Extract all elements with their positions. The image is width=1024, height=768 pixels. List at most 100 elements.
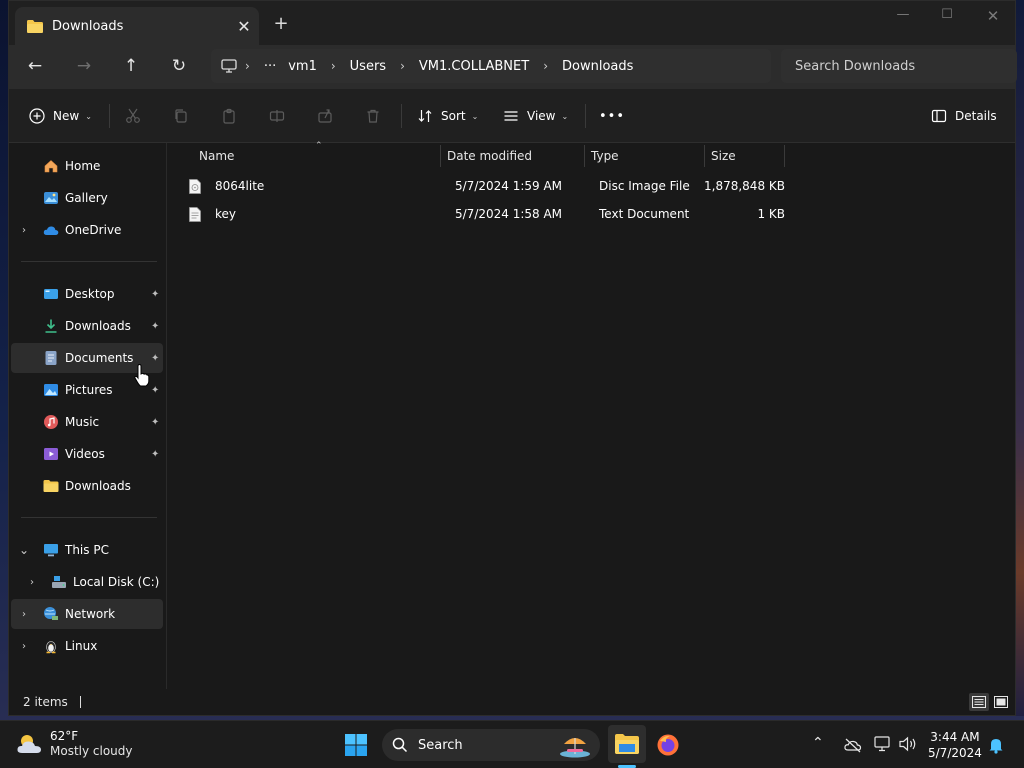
chevron-right-icon[interactable]: › (25, 577, 39, 588)
large-icons-view-button[interactable] (991, 693, 1011, 711)
view-button[interactable]: View ⌄ (503, 106, 568, 126)
sidebar-item-local-disk[interactable]: › Local Disk (C:) (11, 567, 163, 597)
beach-umbrella-icon (560, 738, 590, 758)
maximize-button[interactable]: ☐ (927, 7, 967, 27)
pin-icon[interactable]: ✦ (151, 449, 159, 460)
breadcrumb-downloads[interactable]: Downloads (556, 59, 639, 74)
navigation-bar: ← → ↑ ↻ › ··· vm1 › Users › VM1.COLLABNE… (9, 45, 1017, 89)
pin-icon[interactable]: ✦ (151, 321, 159, 332)
forward-button[interactable]: → (70, 55, 98, 77)
chevron-right-icon[interactable]: › (17, 609, 31, 620)
cut-button[interactable] (125, 106, 149, 126)
breadcrumb-vm1-collabnet[interactable]: VM1.COLLABNET (413, 59, 535, 74)
column-header-name[interactable]: Name (199, 143, 234, 169)
up-button[interactable]: ↑ (117, 55, 145, 77)
details-view-button[interactable] (969, 693, 989, 711)
taskbar-firefox[interactable] (652, 729, 684, 761)
sidebar-item-desktop[interactable]: Desktop ✦ (11, 279, 163, 309)
details-view-icon (972, 696, 986, 708)
taskbar-search-box[interactable]: Search (382, 729, 600, 761)
column-header-size[interactable]: Size (711, 143, 736, 169)
breadcrumb-separator[interactable]: › (323, 59, 344, 73)
cloud-offline-icon[interactable] (844, 737, 862, 753)
sidebar-item-music[interactable]: Music ✦ (11, 407, 163, 437)
column-header-date-modified[interactable]: Date modified (447, 143, 532, 169)
volume-icon[interactable] (898, 736, 918, 752)
address-bar[interactable]: › ··· vm1 › Users › VM1.COLLABNET › Down… (211, 49, 771, 83)
sidebar-item-gallery[interactable]: Gallery (11, 183, 163, 213)
taskbar-search-label: Search (418, 737, 463, 753)
sidebar-item-home[interactable]: Home (11, 151, 163, 181)
taskbar-clock[interactable]: 3:44 AM 5/7/2024 (928, 729, 982, 761)
linux-icon (46, 641, 56, 654)
delete-button[interactable] (365, 106, 389, 126)
breadcrumb-vm1[interactable]: vm1 (282, 59, 323, 74)
desktop-wallpaper-edge (1016, 0, 1024, 716)
sidebar-item-label: Network (65, 607, 116, 621)
sidebar-item-label: Videos (65, 447, 105, 461)
table-row[interactable]: key 5/7/2024 1:58 AM Text Document 1 KB (185, 201, 785, 229)
windows-logo-icon (345, 734, 367, 756)
cloudy-weather-icon (17, 735, 41, 753)
more-options-button[interactable]: ••• (599, 106, 625, 126)
tab-downloads[interactable]: Downloads ✕ (15, 7, 259, 45)
details-pane-button[interactable]: Details (931, 106, 997, 126)
breadcrumb-more-button[interactable]: ··· (258, 59, 282, 74)
sidebar-divider (21, 261, 157, 262)
sidebar-item-videos[interactable]: Videos ✦ (11, 439, 163, 469)
breadcrumb-users[interactable]: Users (344, 59, 392, 74)
refresh-button[interactable]: ↻ (165, 55, 193, 77)
sidebar-item-network[interactable]: › Network (11, 599, 163, 629)
close-window-button[interactable]: ✕ (973, 7, 1013, 27)
network-status-icon[interactable] (874, 736, 892, 752)
gallery-icon (44, 192, 58, 204)
weather-widget[interactable]: 62°F Mostly cloudy (16, 729, 133, 759)
toolbar-divider (401, 104, 402, 128)
rename-button[interactable] (269, 106, 293, 126)
copy-button[interactable] (173, 106, 197, 126)
sidebar-item-downloads-folder[interactable]: Downloads (11, 471, 163, 501)
search-input[interactable]: Search Downloads (781, 49, 1017, 83)
chevron-down-icon[interactable]: ⌄ (17, 543, 31, 557)
pin-icon[interactable]: ✦ (151, 289, 159, 300)
file-list: ⌃ Name Date modified Type Size 8064lite … (167, 141, 1015, 689)
pin-icon[interactable]: ✦ (151, 385, 159, 396)
notification-bell-icon[interactable] (988, 736, 1004, 754)
sort-button[interactable]: Sort ⌄ (417, 106, 478, 126)
column-divider[interactable] (584, 145, 585, 167)
file-name: key (215, 207, 237, 221)
videos-icon (44, 448, 58, 460)
toolbar-divider (585, 104, 586, 128)
table-row[interactable]: 8064lite 5/7/2024 1:59 AM Disc Image Fil… (185, 173, 785, 201)
close-tab-button[interactable]: ✕ (229, 17, 259, 36)
taskbar-file-explorer[interactable] (608, 725, 646, 763)
copy-icon (175, 109, 187, 123)
minimize-button[interactable]: — (883, 7, 923, 27)
pin-icon[interactable]: ✦ (151, 353, 159, 364)
share-button[interactable] (317, 106, 341, 126)
sidebar-item-this-pc[interactable]: ⌄ This PC (11, 535, 163, 565)
chevron-right-icon[interactable]: › (17, 641, 31, 652)
breadcrumb-separator[interactable]: › (535, 59, 556, 73)
new-tab-button[interactable]: + (271, 13, 291, 34)
view-list-icon (504, 111, 518, 121)
search-placeholder: Search Downloads (795, 58, 916, 74)
tray-overflow-button[interactable]: ⌃ (812, 735, 824, 751)
back-button[interactable]: ← (21, 55, 49, 77)
column-divider[interactable] (704, 145, 705, 167)
pin-icon[interactable]: ✦ (151, 417, 159, 428)
column-divider[interactable] (784, 145, 785, 167)
paste-button[interactable] (221, 106, 245, 126)
column-header-type[interactable]: Type (591, 143, 619, 169)
sidebar-item-onedrive[interactable]: › OneDrive (11, 215, 163, 245)
column-divider[interactable] (440, 145, 441, 167)
new-button[interactable]: New ⌄ (29, 106, 92, 126)
share-icon (318, 109, 332, 123)
sidebar-item-downloads-pinned[interactable]: Downloads ✦ (11, 311, 163, 341)
breadcrumb-separator[interactable]: › (392, 59, 413, 73)
sidebar-item-label: Linux (65, 639, 98, 653)
chevron-right-icon[interactable]: › (17, 225, 31, 236)
start-button[interactable] (340, 729, 372, 761)
sidebar-item-linux[interactable]: › Linux (11, 631, 163, 661)
download-icon (45, 319, 57, 333)
